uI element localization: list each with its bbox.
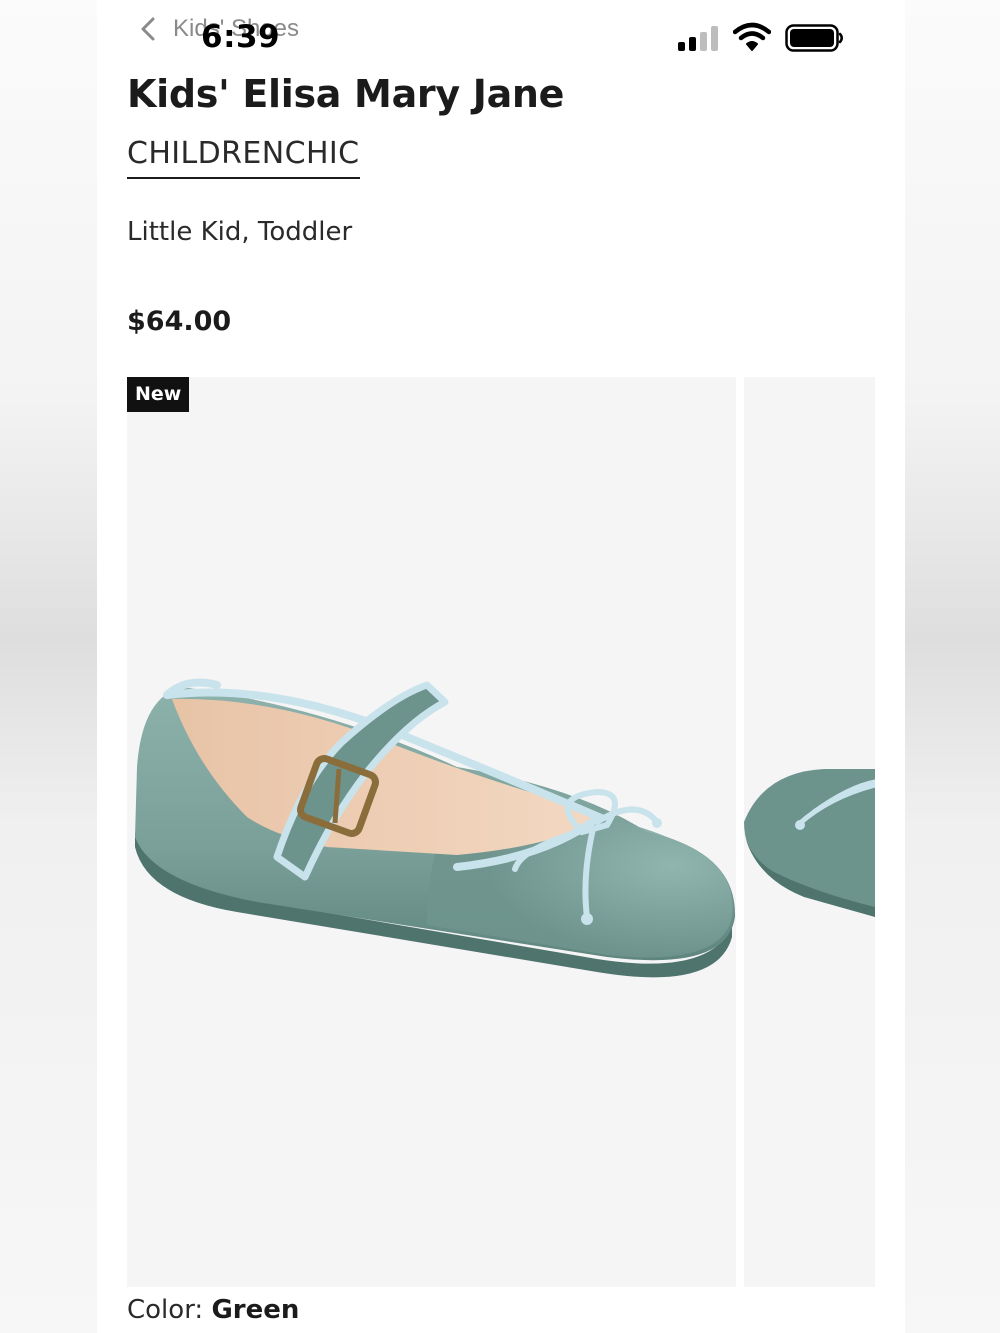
product-title: Kids' Elisa Mary Jane: [127, 72, 565, 116]
color-value: Green: [211, 1295, 300, 1325]
color-selection: Color: Green: [127, 1295, 299, 1325]
status-time: 6:39: [201, 19, 281, 55]
backdrop-left: [0, 0, 97, 1333]
shoe-image-partial: [744, 769, 875, 917]
new-badge: New: [127, 377, 190, 412]
backdrop-right: [905, 0, 1000, 1333]
color-label: Color:: [127, 1295, 204, 1325]
size-range: Little Kid, Toddler: [127, 217, 353, 247]
battery-icon: [785, 24, 843, 52]
phone-screen: Kids' Shoes 6:39 Kids' Elisa Mary Jane C…: [97, 0, 905, 1333]
product-image-main[interactable]: New: [127, 377, 736, 1287]
product-image-next[interactable]: [744, 377, 875, 1287]
shoe-image: [135, 678, 736, 978]
product-image-carousel[interactable]: New: [127, 377, 875, 1287]
cellular-signal-icon: [678, 25, 720, 51]
product-price: $64.00: [127, 306, 232, 337]
wifi-icon: [733, 22, 771, 51]
brand-link[interactable]: CHILDRENCHIC: [127, 136, 360, 179]
chevron-left-icon: [141, 17, 155, 41]
